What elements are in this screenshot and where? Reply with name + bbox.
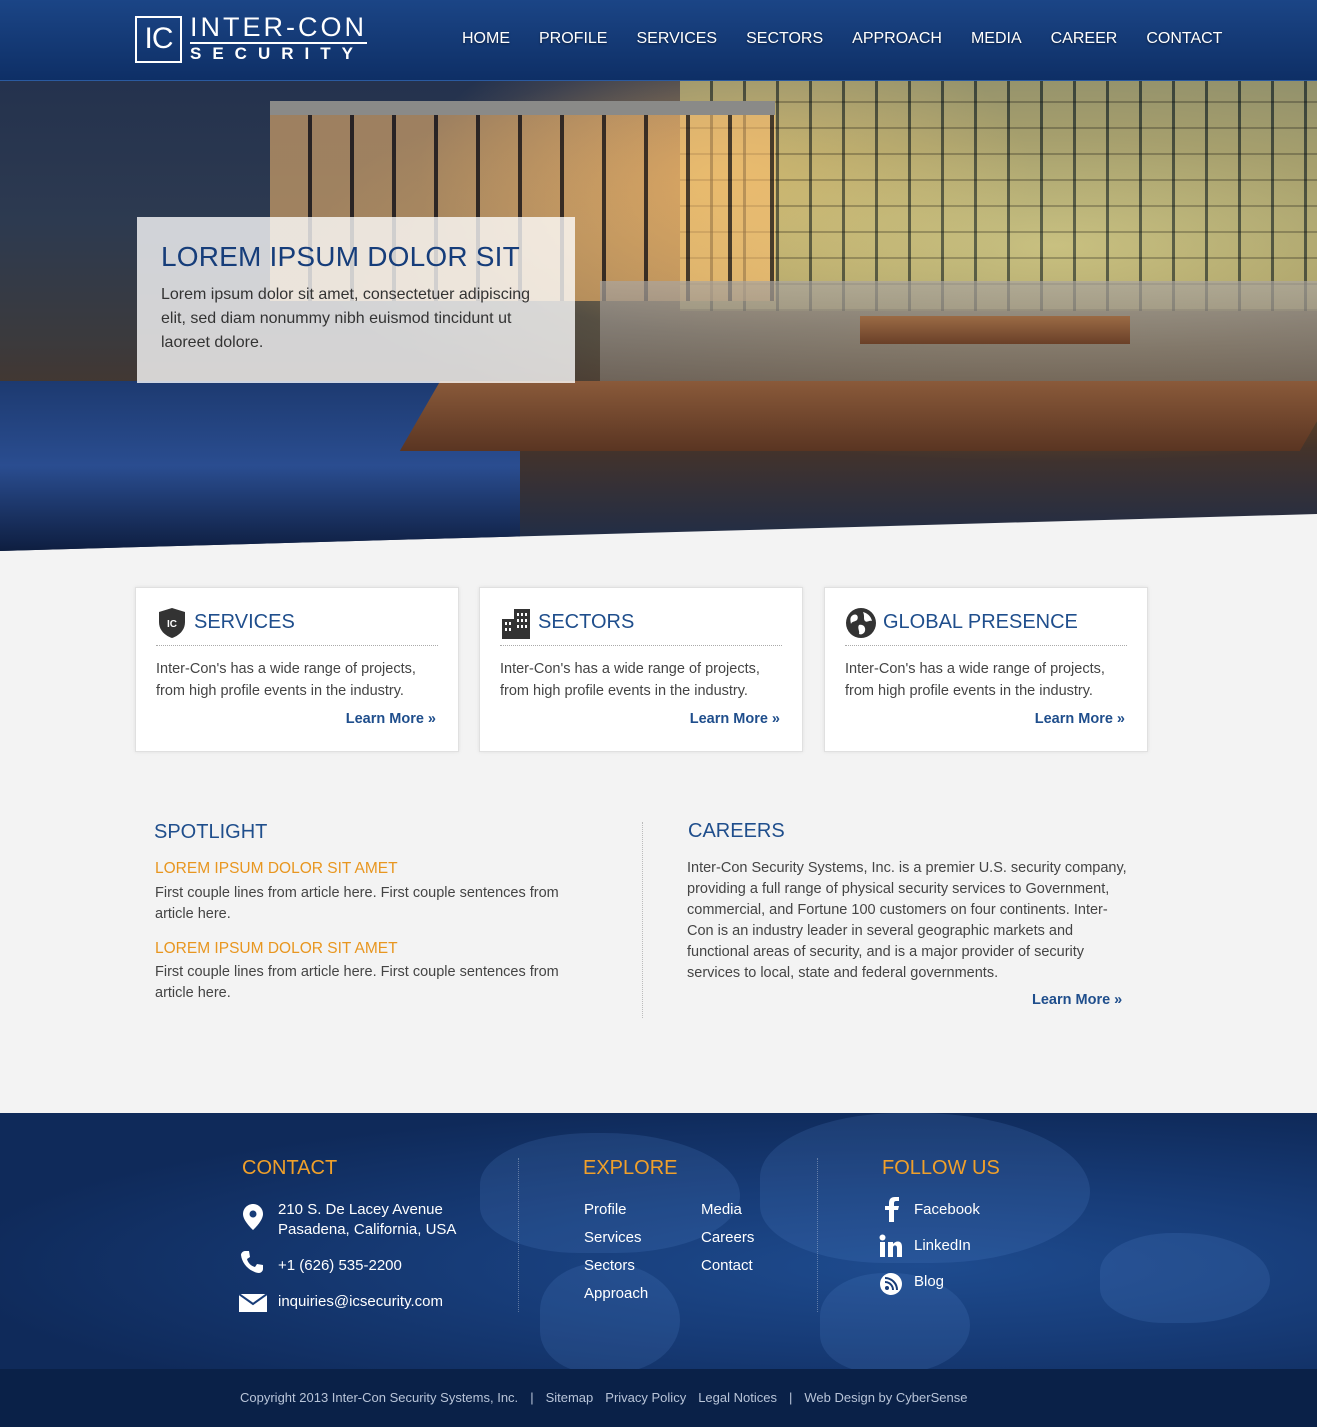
footer-link-sectors[interactable]: Sectors: [584, 1257, 635, 1274]
spotlight-item-title[interactable]: LOREM IPSUM DOLOR SIT AMET: [155, 940, 398, 958]
hero-text: Lorem ipsum dolor sit amet, consectetuer…: [161, 286, 531, 351]
contact-phone[interactable]: +1 (626) 535-2200: [278, 1256, 402, 1276]
world-map-shape: [540, 1263, 680, 1369]
world-map-shape: [1100, 1233, 1270, 1323]
spotlight-title: SPOTLIGHT: [154, 821, 268, 843]
nav-media[interactable]: MEDIA: [971, 30, 1022, 48]
site-footer: [0, 1113, 1317, 1369]
hero-glass-tower: [680, 81, 1317, 311]
card-title: SERVICES: [194, 611, 295, 633]
logo-mark: IC: [135, 15, 182, 63]
privacy-policy-link[interactable]: Privacy Policy: [605, 1390, 686, 1405]
card-title: SECTORS: [538, 611, 635, 633]
spotlight-item-title[interactable]: LOREM IPSUM DOLOR SIT AMET: [155, 860, 398, 878]
card-global-presence: GLOBAL PRESENCE Inter-Con's has a wide r…: [824, 587, 1148, 752]
footer-link-approach[interactable]: Approach: [584, 1285, 648, 1302]
svg-text:IC: IC: [167, 619, 177, 630]
email-icon: [239, 1291, 267, 1315]
card-header: GLOBAL PRESENCE: [845, 606, 1127, 646]
footer-link-services[interactable]: Services: [584, 1229, 642, 1246]
careers-learn-more-link[interactable]: Learn More »: [1032, 992, 1122, 1008]
contact-address-line2: Pasadena, California, USA: [278, 1221, 457, 1238]
card-text: Inter-Con's has a wide range of projects…: [156, 661, 416, 699]
sitemap-link[interactable]: Sitemap: [546, 1390, 594, 1405]
follow-blog[interactable]: Blog: [914, 1273, 944, 1290]
footer-link-profile[interactable]: Profile: [584, 1201, 627, 1218]
nav-services[interactable]: SERVICES: [636, 30, 717, 48]
footer-link-contact[interactable]: Contact: [701, 1257, 753, 1274]
phone-icon: [240, 1250, 264, 1274]
card-sectors: SECTORS Inter-Con's has a wide range of …: [479, 587, 803, 752]
follow-linkedin[interactable]: LinkedIn: [914, 1237, 971, 1254]
linkedin-icon[interactable]: [879, 1234, 903, 1258]
logo[interactable]: IC INTER-CON SECURITY: [135, 14, 367, 64]
nav-sectors[interactable]: SECTORS: [746, 30, 823, 48]
contact-email[interactable]: inquiries@icsecurity.com: [278, 1292, 443, 1312]
hero-bench: [860, 316, 1130, 344]
footer-explore-title: EXPLORE: [583, 1157, 678, 1179]
main-nav: HOME PROFILE SERVICES SECTORS APPROACH M…: [462, 30, 1251, 48]
copyright-row: Copyright 2013 Inter-Con Security System…: [240, 1390, 979, 1405]
hero-deck: [399, 381, 1317, 451]
nav-profile[interactable]: PROFILE: [539, 30, 607, 48]
nav-approach[interactable]: APPROACH: [852, 30, 942, 48]
logo-line2: SECURITY: [190, 44, 364, 63]
hero-title: LOREM IPSUM DOLOR SIT: [161, 241, 520, 272]
card-header: SECTORS: [500, 606, 782, 646]
globe-icon: [845, 607, 877, 639]
card-text: Inter-Con's has a wide range of projects…: [500, 661, 760, 699]
spotlight-item-text: First couple lines from article here. Fi…: [155, 964, 559, 1001]
blog-rss-icon[interactable]: [879, 1272, 903, 1296]
separator: |: [788, 1390, 793, 1405]
facebook-icon[interactable]: [880, 1197, 904, 1222]
learn-more-link[interactable]: Learn More »: [346, 711, 436, 727]
logo-wordmark: INTER-CON SECURITY: [190, 14, 367, 64]
careers-text: Inter-Con Security Systems, Inc. is a pr…: [687, 860, 1127, 981]
nav-home[interactable]: HOME: [462, 30, 510, 48]
contact-address-line1: 210 S. De Lacey Avenue: [278, 1201, 443, 1218]
web-design-credit-link[interactable]: Web Design by CyberSense: [804, 1390, 967, 1405]
nav-career[interactable]: CAREER: [1051, 30, 1118, 48]
footer-divider: [817, 1158, 818, 1312]
footer-link-careers[interactable]: Careers: [701, 1229, 754, 1246]
hero-banner: LOREM IPSUM DOLOR SIT Lorem ipsum dolor …: [0, 81, 1317, 551]
building-icon: [500, 607, 532, 639]
learn-more-link[interactable]: Learn More »: [690, 711, 780, 727]
footer-follow-title: FOLLOW US: [882, 1157, 1000, 1179]
location-pin-icon: [241, 1204, 265, 1230]
separator: |: [530, 1390, 534, 1405]
shield-icon: IC: [156, 607, 188, 639]
logo-line1: INTER-CON: [190, 12, 367, 44]
section-divider: [642, 822, 643, 1018]
footer-link-media[interactable]: Media: [701, 1201, 742, 1218]
copyright-text: Copyright 2013 Inter-Con Security System…: [240, 1390, 519, 1405]
card-header: IC SERVICES: [156, 606, 438, 646]
learn-more-link[interactable]: Learn More »: [1035, 711, 1125, 727]
card-title: GLOBAL PRESENCE: [883, 611, 1078, 633]
card-text: Inter-Con's has a wide range of projects…: [845, 661, 1105, 699]
site-header: IC INTER-CON SECURITY HOME PROFILE SERVI…: [0, 0, 1317, 81]
nav-contact[interactable]: CONTACT: [1146, 30, 1222, 48]
footer-contact-title: CONTACT: [242, 1157, 338, 1179]
card-services: IC SERVICES Inter-Con's has a wide range…: [135, 587, 459, 752]
careers-title: CAREERS: [688, 820, 785, 842]
hero-caption: LOREM IPSUM DOLOR SIT Lorem ipsum dolor …: [137, 217, 575, 383]
legal-notices-link[interactable]: Legal Notices: [698, 1390, 777, 1405]
footer-divider: [518, 1158, 519, 1312]
spotlight-item-text: First couple lines from article here. Fi…: [155, 885, 559, 922]
follow-facebook[interactable]: Facebook: [914, 1201, 980, 1218]
